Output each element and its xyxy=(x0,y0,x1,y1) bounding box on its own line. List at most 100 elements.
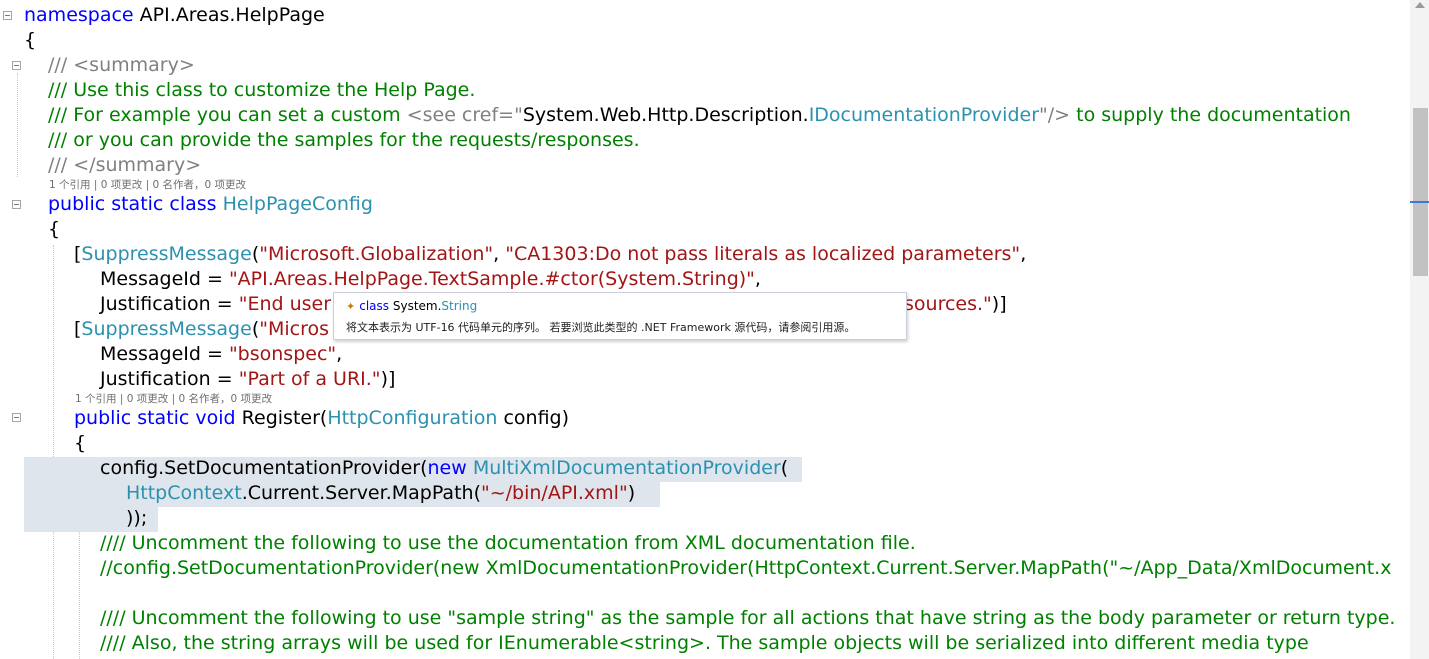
comment-line[interactable]: //// Also, the string arrays will be use… xyxy=(100,631,1309,656)
doc-comment-line[interactable]: /// Use this class to customize the Help… xyxy=(48,78,475,103)
type-token: HelpPageConfig xyxy=(222,193,373,215)
collapse-method-icon[interactable] xyxy=(12,413,21,422)
doc-comment-cref: System.Web.Http.Description. xyxy=(522,104,809,126)
code-line[interactable]: { xyxy=(48,217,60,242)
code-token: Justification = xyxy=(100,368,239,390)
tooltip-keyword: class xyxy=(359,299,390,313)
comment-text: //// Uncomment the following to use the … xyxy=(100,532,916,554)
code-token: , xyxy=(336,343,343,365)
code-token: ) xyxy=(627,482,636,504)
doc-comment-tag: <summary> xyxy=(73,54,195,76)
string-token: "bsonspec" xyxy=(228,343,337,365)
code-token: )] xyxy=(380,368,396,390)
doc-comment-text: /// Use this class to customize the Help… xyxy=(48,79,476,101)
vertical-scrollbar[interactable] xyxy=(1410,0,1429,659)
keyword-token: public static void xyxy=(74,407,236,429)
class-icon: ✦ xyxy=(346,300,356,313)
doc-comment-text: to supply the documentation xyxy=(1070,104,1351,126)
doc-comment-text: /// or you can provide the samples for t… xyxy=(48,129,640,151)
quick-info-tooltip: ✦ class System.String 将文本表示为 UTF-16 代码单元的… xyxy=(333,292,907,340)
doc-comment-tag: <see cref=" xyxy=(406,104,523,126)
doc-comment-tag: "/> xyxy=(1039,104,1071,126)
type-token: HttpContext xyxy=(126,482,242,504)
code-token: )] xyxy=(991,293,1007,315)
scroll-up-arrow-icon[interactable] xyxy=(1415,2,1425,8)
code-token: , xyxy=(1020,243,1027,265)
scrollbar-thumb[interactable] xyxy=(1413,108,1428,276)
doc-comment-line[interactable]: /// or you can provide the samples for t… xyxy=(48,128,640,153)
string-token: "Part of a URI." xyxy=(238,368,381,390)
code-line[interactable]: HttpContext.Current.Server.MapPath("~/bi… xyxy=(126,481,635,506)
doc-comment-line[interactable]: /// <summary> xyxy=(48,53,195,78)
type-token: MultiXmlDocumentationProvider xyxy=(472,457,781,479)
code-line[interactable]: [SuppressMessage("Microsoft.Globalizatio… xyxy=(74,242,1026,267)
code-line[interactable]: public static class HelpPageConfig xyxy=(48,192,373,217)
code-token: Justification = xyxy=(100,293,239,315)
code-line[interactable]: config.SetDocumentationProvider(new Mult… xyxy=(100,456,788,481)
code-line[interactable]: Justification = "Part of a URI.")] xyxy=(100,367,395,392)
comment-line[interactable]: //// Uncomment the following to use the … xyxy=(100,531,916,556)
keyword-token: namespace xyxy=(24,4,134,26)
doc-comment-tag: </summary> xyxy=(73,154,202,176)
comment-text: //// Also, the string arrays will be use… xyxy=(100,632,1309,654)
code-token: Register( xyxy=(235,407,328,429)
code-token: .Current.Server.MapPath( xyxy=(241,482,481,504)
collapse-summary-icon[interactable] xyxy=(12,61,21,70)
string-token: "Microsoft.Globalization" xyxy=(259,243,494,265)
tooltip-type-namespace: System. xyxy=(392,299,442,313)
string-token: sources." xyxy=(904,293,992,315)
tooltip-signature: ✦ class System.String xyxy=(346,299,477,313)
string-token: "~/bin/API.xml" xyxy=(480,482,628,504)
code-line[interactable]: { xyxy=(74,431,86,456)
comment-text: //// Uncomment the following to use "sam… xyxy=(100,607,1396,629)
doc-comment-text: /// For example you can set a custom xyxy=(48,104,407,126)
doc-comment-prefix: /// xyxy=(48,154,74,176)
tooltip-type-name: String xyxy=(441,299,478,313)
codelens-references[interactable]: 1 个引用 | 0 项更改 | 0 名作者，0 项更改 xyxy=(75,392,272,406)
code-line[interactable]: namespace API.Areas.HelpPage xyxy=(24,3,325,28)
comment-line[interactable]: //config.SetDocumentationProvider(new Xm… xyxy=(100,556,1391,581)
codelens-references[interactable]: 1 个引用 | 0 项更改 | 0 名作者，0 项更改 xyxy=(49,178,246,192)
type-token: HttpConfiguration xyxy=(327,407,498,429)
code-token: MessageId = xyxy=(100,268,229,290)
string-token: "API.Areas.HelpPage.TextSample.#ctor(Sys… xyxy=(228,268,755,290)
comment-text: //config.SetDocumentationProvider(new Xm… xyxy=(100,557,1392,579)
code-token: ( xyxy=(780,457,789,479)
collapse-namespace-icon[interactable] xyxy=(3,11,12,20)
code-token: , xyxy=(493,243,506,265)
string-token: "Micros xyxy=(259,318,330,340)
code-token: MessageId = xyxy=(100,343,229,365)
code-editor[interactable]: namespace API.Areas.HelpPage { /// <summ… xyxy=(0,0,1410,659)
type-token: SuppressMessage xyxy=(81,318,252,340)
code-token: { xyxy=(48,218,61,240)
string-token: "End user xyxy=(238,293,332,315)
indent-guide xyxy=(53,245,54,659)
comment-line[interactable]: //// Uncomment the following to use "sam… xyxy=(100,606,1395,631)
code-line[interactable]: [SuppressMessage("Micros xyxy=(74,317,329,342)
tooltip-description: 将文本表示为 UTF-16 代码单元的序列。 若要浏览此类型的 .NET Fra… xyxy=(346,321,856,334)
type-token: SuppressMessage xyxy=(81,243,252,265)
string-token: "CA1303:Do not pass literals as localize… xyxy=(505,243,1021,265)
doc-comment-line[interactable]: /// For example you can set a custom <se… xyxy=(48,103,1351,128)
code-line[interactable]: MessageId = "bsonspec", xyxy=(100,342,342,367)
scrollbar-caret-marker xyxy=(1410,201,1429,203)
collapse-class-icon[interactable] xyxy=(12,200,21,209)
indent-guide xyxy=(17,73,18,177)
code-line[interactable]: { xyxy=(24,28,36,53)
code-token: { xyxy=(24,29,37,51)
code-line[interactable]: Justification = "End user xyxy=(100,292,331,317)
code-token: , xyxy=(754,268,761,290)
code-line-tail[interactable]: sources.")] xyxy=(904,292,1007,317)
code-line[interactable]: )); xyxy=(126,506,147,531)
code-token: { xyxy=(74,432,87,454)
doc-comment-cref-type: IDocumentationProvider xyxy=(808,104,1040,126)
code-line[interactable]: MessageId = "API.Areas.HelpPage.TextSamp… xyxy=(100,267,761,292)
keyword-token: new xyxy=(427,457,467,479)
code-token: config) xyxy=(497,407,570,429)
code-token: )); xyxy=(126,507,148,529)
code-token: API.Areas.HelpPage xyxy=(133,4,325,26)
doc-comment-line[interactable]: /// </summary> xyxy=(48,153,201,178)
code-line[interactable]: public static void Register(HttpConfigur… xyxy=(74,406,569,431)
keyword-token: public static class xyxy=(48,193,217,215)
doc-comment-prefix: /// xyxy=(48,54,74,76)
